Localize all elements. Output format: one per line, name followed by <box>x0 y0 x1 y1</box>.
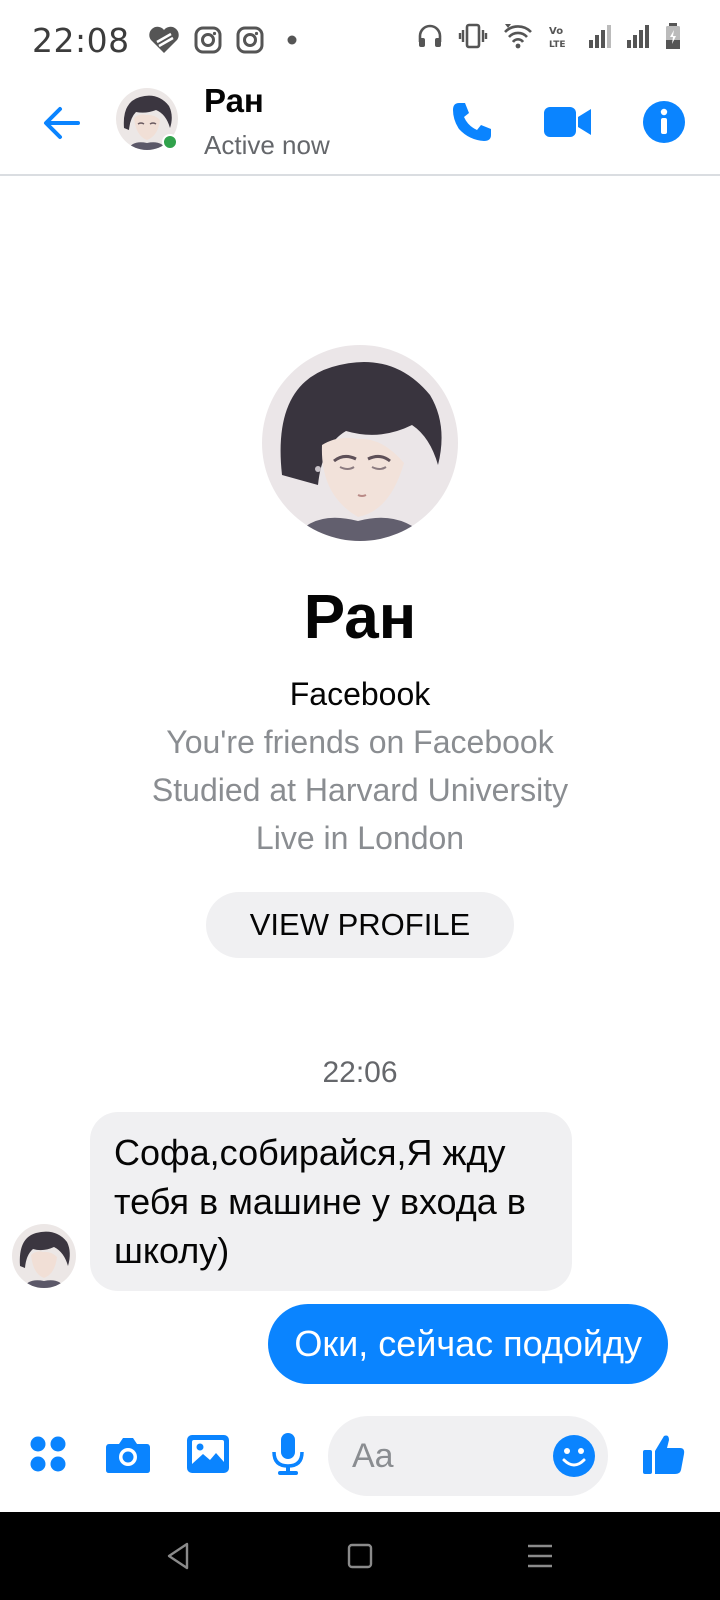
system-navigation-bar <box>0 1512 720 1600</box>
like-button[interactable] <box>636 1426 692 1482</box>
instagram-icon <box>236 26 264 54</box>
sender-avatar[interactable] <box>12 1224 76 1288</box>
profile-friendship: You're friends on Facebook <box>166 724 554 760</box>
battery-icon <box>664 22 682 50</box>
active-status-dot <box>162 134 178 150</box>
dot-icon <box>278 26 306 54</box>
nav-home-button[interactable] <box>336 1532 384 1580</box>
instagram-icon <box>194 26 222 54</box>
camera-icon <box>106 1438 150 1473</box>
signal-icon <box>588 22 612 50</box>
svg-text:Vo: Vo <box>549 26 563 37</box>
emoji-button[interactable] <box>546 1428 602 1484</box>
wifi-icon <box>502 22 534 50</box>
signal-icon <box>626 22 650 50</box>
back-triangle-icon <box>167 1542 189 1570</box>
contact-name[interactable]: Ран <box>204 82 264 120</box>
profile-avatar[interactable] <box>262 345 458 541</box>
video-camera-icon <box>544 107 591 137</box>
voice-message-button[interactable] <box>260 1426 316 1482</box>
back-button[interactable] <box>36 98 86 148</box>
outgoing-message[interactable]: Оки, сейчас подойду <box>268 1304 668 1384</box>
heart-app-icon <box>148 26 180 54</box>
profile-name: Ран <box>303 583 417 652</box>
conversation-header: Ран Active now <box>0 80 720 176</box>
info-icon <box>643 101 685 143</box>
message-timestamp: 22:06 <box>322 1056 398 1089</box>
voice-call-button[interactable] <box>444 94 500 150</box>
profile-location: Live in London <box>255 820 465 856</box>
thumbs-up-icon <box>643 1435 685 1474</box>
status-time: 22:08 <box>32 20 130 60</box>
more-icon <box>30 1436 66 1472</box>
info-button[interactable] <box>636 94 692 150</box>
profile-source: Facebook <box>289 676 431 712</box>
headphones-icon <box>416 22 444 50</box>
emoji-icon <box>553 1435 595 1477</box>
more-actions-button[interactable] <box>20 1426 76 1482</box>
nav-back-button[interactable] <box>154 1532 202 1580</box>
svg-text:LTE: LTE <box>549 40 566 50</box>
microphone-icon <box>272 1433 304 1475</box>
gallery-icon <box>187 1435 229 1473</box>
gallery-button[interactable] <box>180 1426 236 1482</box>
home-square-icon <box>347 1543 373 1569</box>
menu-lines-icon <box>528 1544 552 1568</box>
view-profile-button[interactable]: VIEW PROFILE <box>206 892 514 958</box>
camera-button[interactable] <box>100 1426 156 1482</box>
active-status-label: Active now <box>204 130 330 160</box>
message-input[interactable] <box>352 1416 532 1496</box>
message-composer <box>0 1410 720 1506</box>
video-call-button[interactable] <box>540 94 596 150</box>
vibrate-icon <box>458 22 488 50</box>
back-arrow-icon <box>44 107 80 139</box>
notification-icons <box>148 26 306 54</box>
incoming-message[interactable]: Софа,собирайся,Я жду тебя в машине у вхо… <box>90 1112 572 1291</box>
phone-icon <box>453 103 491 141</box>
message-field <box>328 1416 608 1496</box>
status-bar: 22:08 Vo LTE <box>0 0 720 80</box>
system-icons: Vo LTE <box>416 22 682 50</box>
volte-icon: Vo LTE <box>548 22 574 50</box>
profile-education: Studied at Harvard University <box>151 772 569 808</box>
nav-recents-button[interactable] <box>516 1532 564 1580</box>
